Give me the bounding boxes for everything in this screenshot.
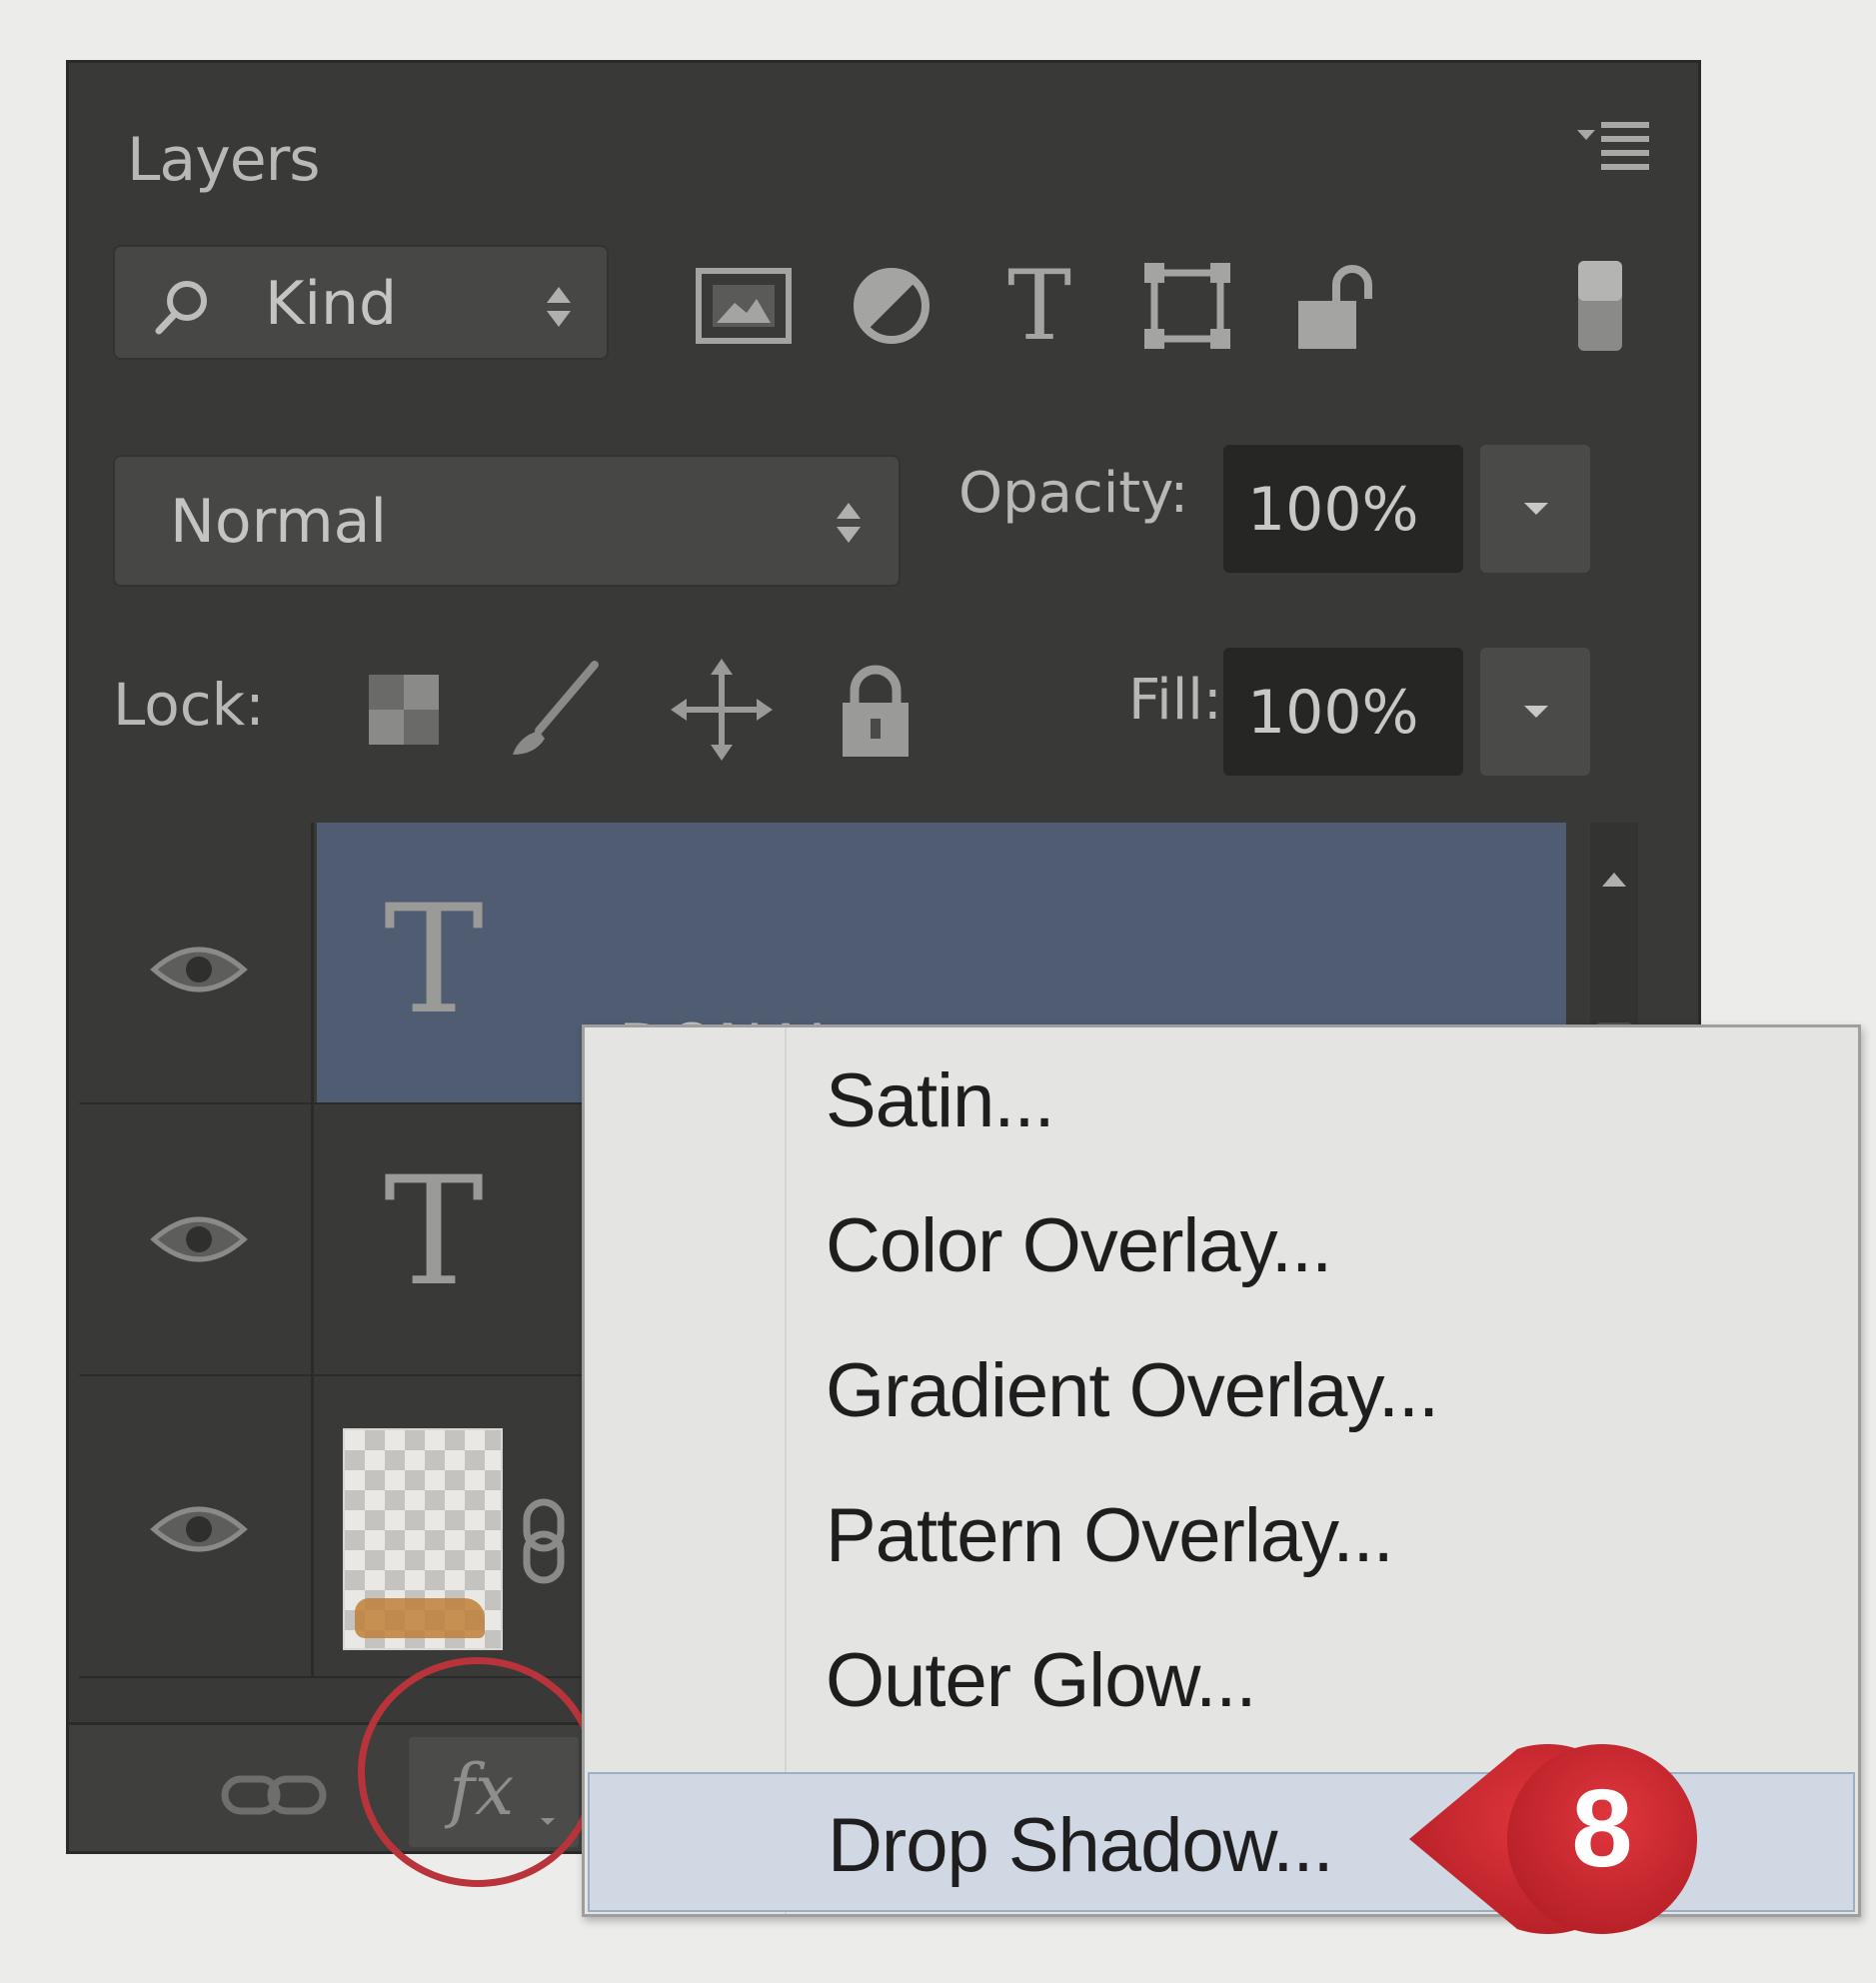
step-number: 8 — [1571, 1767, 1633, 1890]
filter-toggle-icon[interactable] — [1568, 251, 1638, 361]
menu-item-color-overlay[interactable]: Color Overlay... — [588, 1172, 1855, 1312]
filter-kind-label: Kind — [265, 269, 398, 339]
type-layer-thumbnail: T — [334, 863, 534, 1062]
menu-item-label: Color Overlay... — [826, 1203, 1332, 1288]
eye-column-divider — [311, 1104, 314, 1374]
filter-kind-select[interactable]: Kind — [113, 245, 609, 360]
blend-mode-label: Normal — [170, 487, 388, 557]
smart-object-filter-icon[interactable] — [1280, 251, 1390, 361]
fill-value: 100% — [1247, 678, 1419, 748]
opacity-slider-button[interactable] — [1480, 445, 1590, 573]
pixel-layer-filter-icon[interactable] — [689, 251, 799, 361]
menu-item-label: Pattern Overlay... — [826, 1493, 1394, 1578]
step-number-badge: 8 — [1399, 1709, 1699, 1979]
fill-input[interactable]: 100% — [1223, 648, 1463, 776]
fill-label: Fill: — [1128, 668, 1222, 733]
lock-all-icon[interactable] — [821, 655, 931, 765]
eye-column-divider — [311, 1376, 314, 1676]
visibility-eye-icon[interactable] — [149, 1204, 249, 1274]
panel-title: Layers — [127, 125, 321, 195]
menu-item-label: Satin... — [826, 1058, 1055, 1143]
scroll-up-arrow-icon[interactable] — [1602, 873, 1626, 887]
svg-text:T: T — [1007, 251, 1071, 361]
eye-column-divider — [311, 823, 314, 1102]
lock-transparent-pixels-icon[interactable] — [349, 655, 459, 765]
menu-item-label: Gradient Overlay... — [826, 1348, 1439, 1433]
panel-menu-icon[interactable] — [1573, 108, 1653, 188]
menu-item-satin[interactable]: Satin... — [588, 1027, 1855, 1167]
opacity-input[interactable]: 100% — [1223, 445, 1463, 573]
lock-label: Lock: — [113, 671, 265, 739]
menu-item-label: Drop Shadow... — [828, 1803, 1334, 1888]
lock-position-icon[interactable] — [667, 655, 777, 765]
type-t-icon: T — [383, 1145, 485, 1319]
lock-image-pixels-icon[interactable] — [499, 655, 609, 765]
blend-mode-select[interactable]: Normal — [113, 455, 901, 587]
updown-arrows-icon — [547, 287, 571, 327]
menu-item-label: Outer Glow... — [826, 1638, 1256, 1723]
layer-link-icon — [523, 1498, 565, 1584]
updown-arrows-icon — [837, 503, 861, 543]
visibility-eye-icon[interactable] — [149, 1494, 249, 1564]
opacity-value: 100% — [1247, 475, 1419, 545]
opacity-label: Opacity: — [958, 461, 1189, 526]
fx-button-highlight-circle — [358, 1657, 598, 1887]
search-icon — [155, 281, 207, 335]
type-t-icon: T — [383, 874, 485, 1047]
link-layers-icon[interactable] — [219, 1755, 329, 1835]
image-layer-thumbnail — [343, 1428, 503, 1650]
fill-slider-button[interactable] — [1480, 648, 1590, 776]
thumbnail-artwork — [355, 1598, 485, 1638]
visibility-eye-icon[interactable] — [149, 935, 249, 1004]
menu-item-gradient-overlay[interactable]: Gradient Overlay... — [588, 1317, 1855, 1457]
type-layer-filter-icon[interactable]: T — [984, 251, 1094, 361]
menu-item-pattern-overlay[interactable]: Pattern Overlay... — [588, 1462, 1855, 1602]
shape-layer-filter-icon[interactable] — [1132, 251, 1242, 361]
adjustment-layer-filter-icon[interactable] — [837, 251, 946, 361]
type-layer-thumbnail: T — [334, 1134, 534, 1334]
